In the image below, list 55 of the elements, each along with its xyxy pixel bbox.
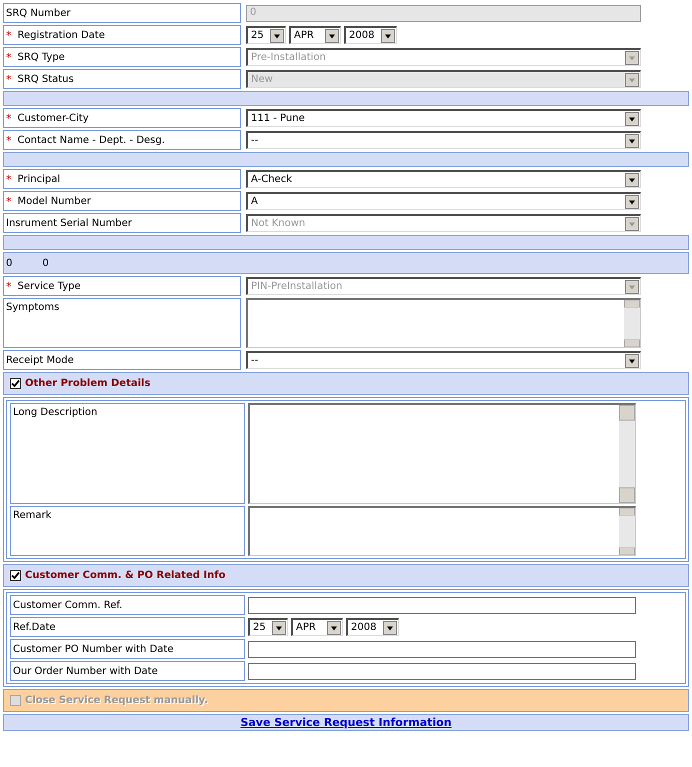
required-mark: *: [6, 72, 12, 86]
field-label: Receipt Mode: [6, 354, 74, 366]
field-label: Symptoms: [6, 302, 60, 313]
field-label: Customer-City: [18, 112, 89, 124]
field-label: Remark: [10, 506, 245, 556]
section-title: Customer Comm. & PO Related Info: [25, 570, 226, 581]
field-label: Ref.Date: [10, 617, 245, 637]
required-mark: *: [6, 172, 12, 186]
dropdown-select[interactable]: A: [246, 192, 641, 210]
month-select[interactable]: APR: [289, 26, 341, 44]
required-mark: *: [6, 280, 12, 292]
field-label: Service Type: [18, 280, 81, 292]
scrollbar-drawing: [619, 508, 635, 555]
text-input[interactable]: [248, 596, 636, 614]
field-label: Model Number: [18, 196, 91, 206]
year-select[interactable]: 2008: [344, 26, 397, 44]
section-title: Close Service Request manually.: [25, 695, 208, 706]
section-title: Other Problem Details: [25, 378, 150, 389]
day-select[interactable]: 25: [248, 618, 288, 636]
required-mark: *: [6, 112, 12, 124]
field-label: Long Description: [10, 403, 245, 504]
day-select[interactable]: 25: [246, 26, 286, 44]
required-mark: *: [6, 50, 12, 64]
field-label: Principal: [18, 174, 60, 184]
required-mark: *: [6, 28, 12, 42]
text-input[interactable]: [248, 662, 636, 680]
year-select[interactable]: 2008: [346, 618, 399, 636]
dropdown-select[interactable]: --: [246, 131, 641, 149]
checkbox[interactable]: [10, 378, 21, 389]
field-label: Customer Comm. Ref.: [10, 595, 245, 615]
scrollbar-drawing: [624, 300, 640, 347]
field-label: Contact Name - Dept. - Desg.: [18, 134, 165, 146]
month-select[interactable]: APR: [291, 618, 343, 636]
save-link[interactable]: Save Service Request Information: [240, 716, 452, 729]
required-mark: *: [6, 194, 12, 208]
info-value: 0: [6, 258, 12, 268]
text-input[interactable]: [248, 640, 636, 658]
info-value: 0: [42, 258, 49, 268]
dropdown-select[interactable]: --: [246, 351, 641, 369]
text-area[interactable]: [248, 506, 636, 556]
text-area[interactable]: [246, 298, 641, 348]
field-label: Customer PO Number with Date: [10, 639, 245, 659]
checkmark-icon: [11, 379, 20, 388]
dropdown-select[interactable]: A-Check: [246, 170, 641, 188]
field-label: SRQ Type: [18, 52, 65, 62]
field-label: Registration Date: [18, 30, 105, 40]
checkbox[interactable]: [10, 570, 21, 581]
required-mark: *: [6, 134, 12, 146]
dropdown-select[interactable]: 111 - Pune: [246, 109, 641, 127]
field-label: Insrument Serial Number: [6, 218, 132, 228]
field-label: SRQ Number: [6, 8, 71, 18]
checkmark-icon: [11, 571, 20, 580]
field-label: Our Order Number with Date: [10, 661, 245, 681]
field-label: SRQ Status: [18, 74, 74, 84]
text-area[interactable]: [248, 403, 636, 504]
